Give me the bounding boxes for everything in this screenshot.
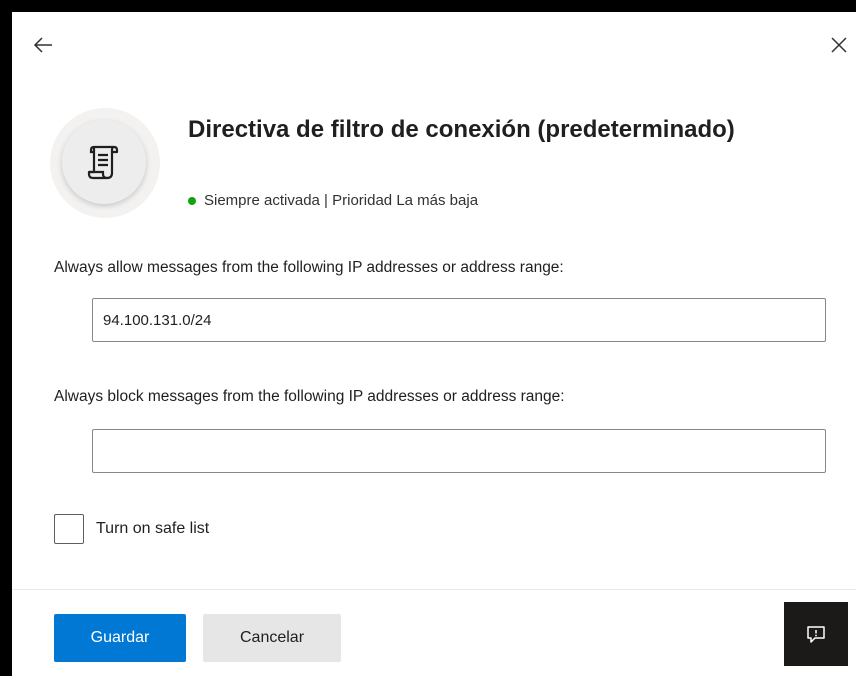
policy-avatar xyxy=(50,108,160,218)
safe-list-label: Turn on safe list xyxy=(96,520,210,537)
page-title: Directiva de filtro de conexión (predete… xyxy=(188,116,735,143)
safe-list-checkbox[interactable] xyxy=(54,514,84,544)
flyout-panel: Directiva de filtro de conexión (predete… xyxy=(12,12,856,676)
status-text: Siempre activada | Prioridad La más baja xyxy=(204,192,479,209)
cancel-button[interactable]: Cancelar xyxy=(203,614,341,662)
block-ip-label: Always block messages from the following… xyxy=(54,388,565,405)
allow-ip-label: Always allow messages from the following… xyxy=(54,259,564,276)
feedback-chat-icon xyxy=(807,626,825,643)
status-dot-icon xyxy=(188,196,196,205)
footer-divider xyxy=(12,589,856,590)
safe-list-option[interactable]: Turn on safe list xyxy=(54,514,209,544)
status-line: Siempre activada | Prioridad La más baja xyxy=(188,192,478,209)
arrow-left-icon xyxy=(33,37,52,53)
feedback-button[interactable] xyxy=(784,602,848,666)
close-button[interactable] xyxy=(824,30,854,60)
block-ip-input[interactable] xyxy=(92,429,826,473)
save-button[interactable]: Guardar xyxy=(54,614,186,662)
back-button[interactable] xyxy=(28,30,58,60)
allow-ip-input[interactable] xyxy=(92,298,826,342)
close-icon xyxy=(831,37,847,53)
policy-scroll-icon xyxy=(87,145,119,180)
